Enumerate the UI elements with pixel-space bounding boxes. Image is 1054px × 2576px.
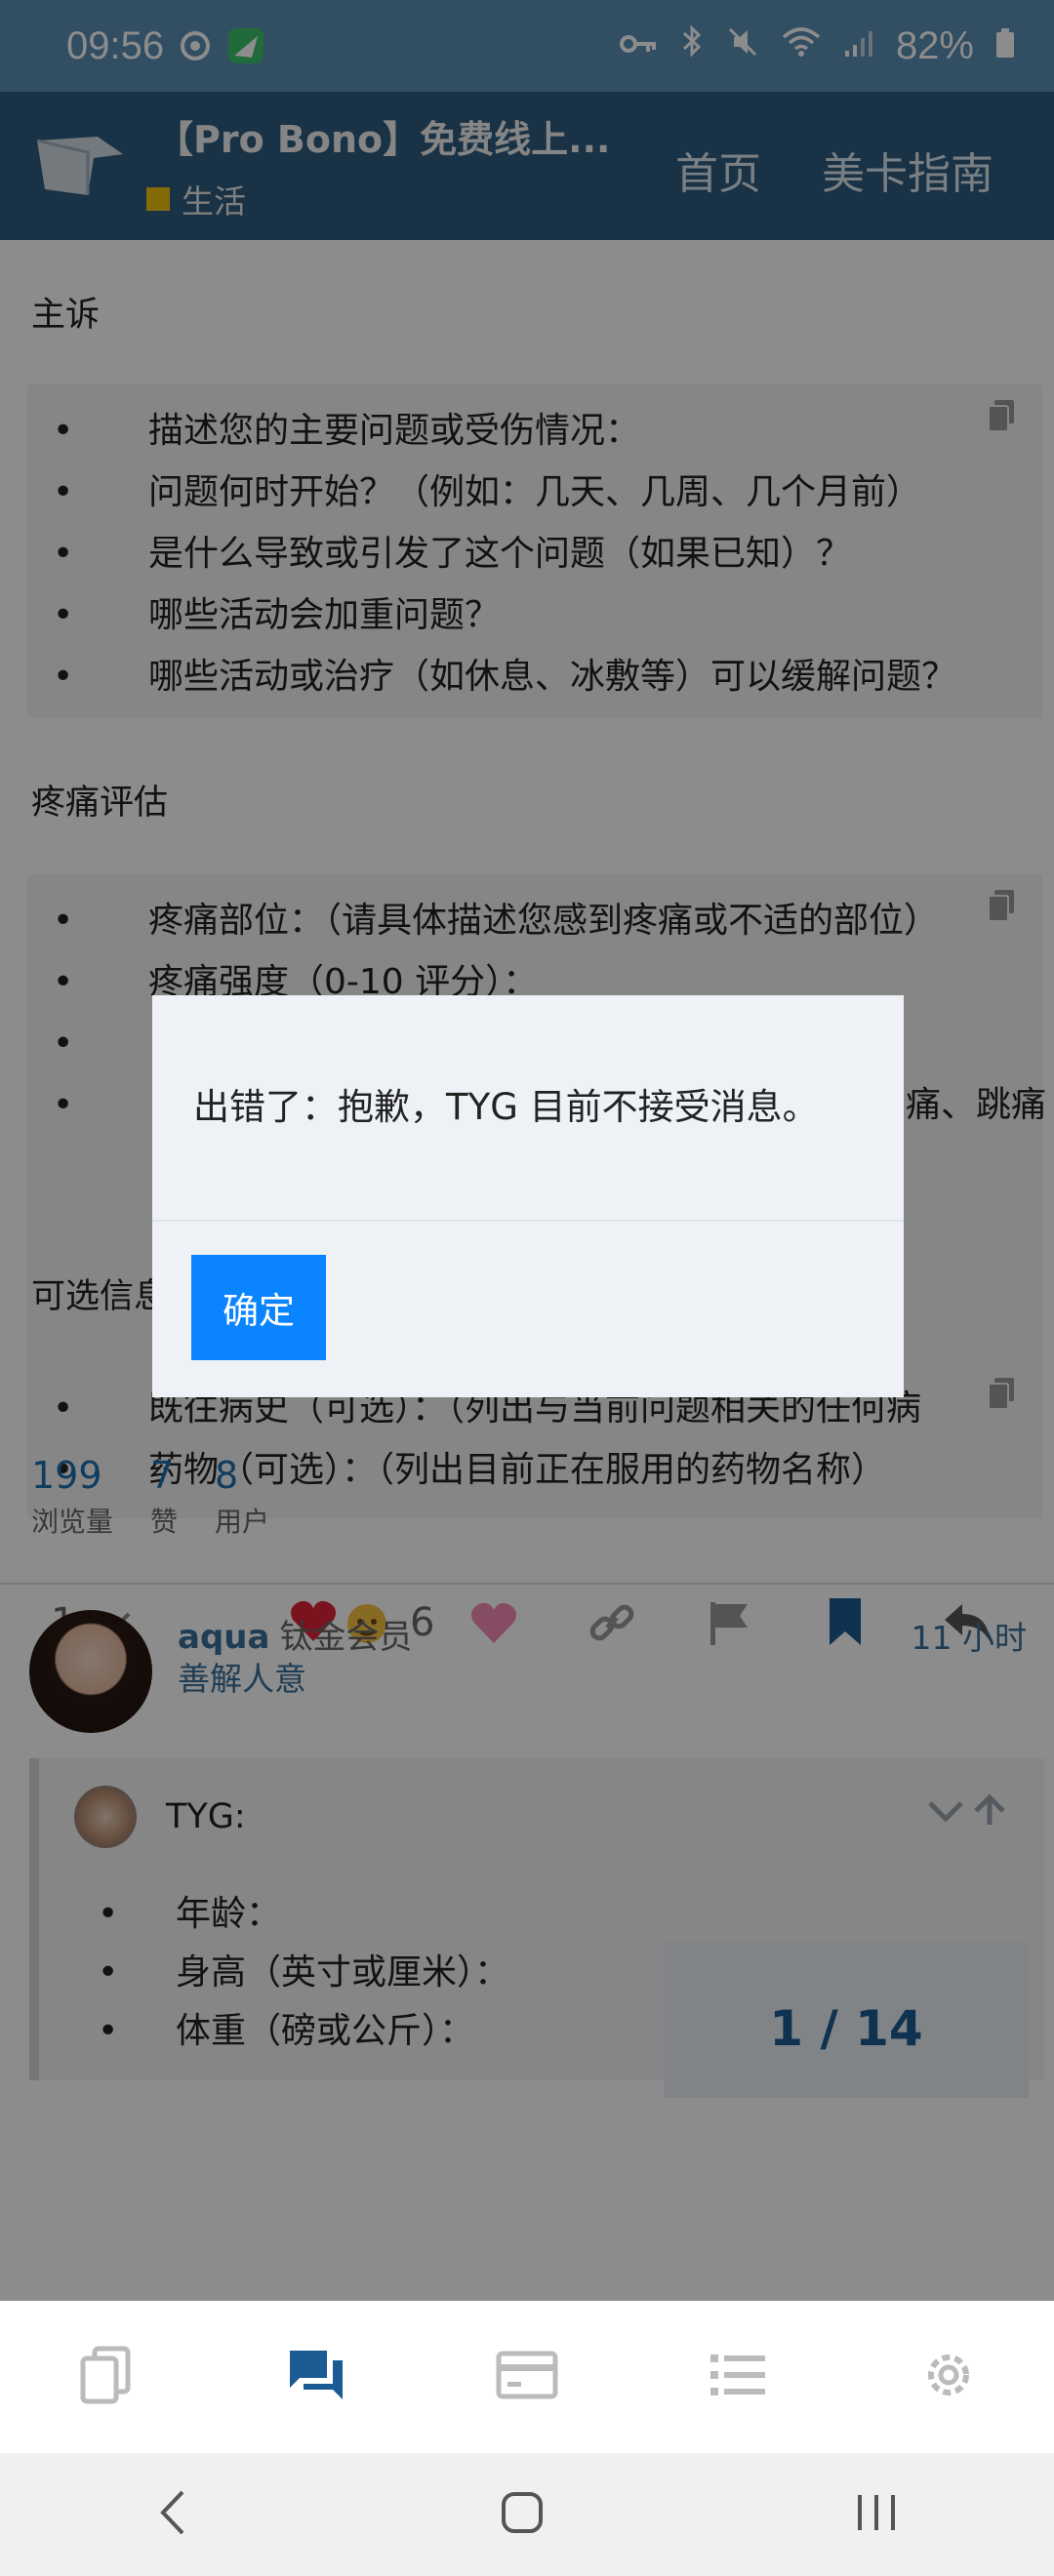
tab-list[interactable] <box>632 2301 843 2453</box>
tab-settings[interactable] <box>843 2301 1054 2453</box>
dialog-message: 出错了：抱歉，TYG 目前不接受消息。 <box>193 1086 819 1128</box>
topics-icon <box>77 2345 134 2409</box>
tab-topics[interactable] <box>0 2301 211 2453</box>
back-icon[interactable] <box>153 2488 192 2541</box>
tab-chat[interactable] <box>211 2301 422 2453</box>
home-icon[interactable] <box>498 2488 547 2541</box>
bottom-tab-bar <box>0 2301 1054 2453</box>
ok-button[interactable]: 确定 <box>191 1255 326 1360</box>
list-icon <box>709 2351 767 2403</box>
dialog-divider <box>152 1220 904 1222</box>
card-icon <box>496 2351 558 2403</box>
settings-icon <box>919 2346 978 2408</box>
tab-cards[interactable] <box>422 2301 632 2453</box>
recents-icon[interactable] <box>852 2491 901 2538</box>
error-dialog: 出错了：抱歉，TYG 目前不接受消息。 确定 <box>152 995 904 1397</box>
chat-icon <box>286 2347 346 2407</box>
system-navigation-bar <box>0 2453 1054 2576</box>
